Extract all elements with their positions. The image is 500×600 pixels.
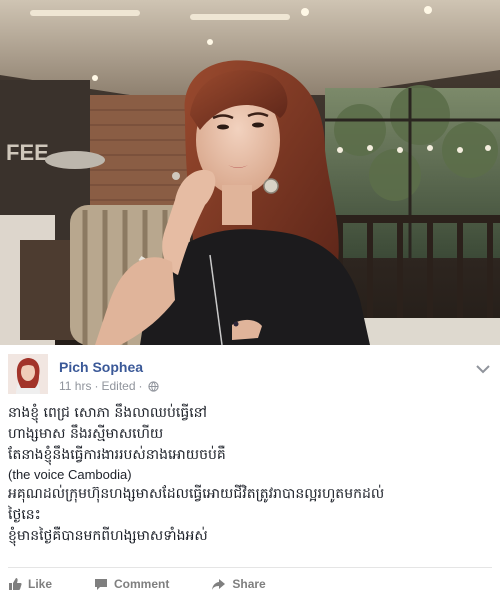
post-text-line: ខ្ញុំមានថ្ងៃគឺបានមកពីហង្សមាសទាំងអស់ [8,528,208,544]
comment-icon [95,578,108,590]
post-text-line: នាងខ្ញុំ ពេជ្រ សោភា នឹងលាឈប់ធ្វើនៅ [8,405,208,421]
like-button[interactable]: Like [8,572,52,596]
comment-label: Comment [114,577,170,591]
post-text-line: ថ្ងៃនេះ [8,507,41,523]
post-text-line: អគុណដល់ក្រុមហ៊ុនហង្សមាសដែលធ្វើអោយជីវិតត្… [8,486,385,502]
svg-text:FEE: FEE [6,140,49,165]
facebook-post: FEE Pich Sophea 11 hrs · Edited · នាងខ្ញ… [0,0,500,600]
post-meta: 11 hrs · Edited · [59,379,159,393]
post-timestamp[interactable]: 11 hrs [59,379,91,393]
avatar-image [8,354,48,394]
share-icon [212,578,226,590]
like-label: Like [28,577,53,591]
globe-icon[interactable] [147,380,159,392]
share-label: Share [232,577,266,591]
post-actions: Like Comment Share [8,572,492,596]
author-name-link[interactable]: Pich Sophea [59,359,143,375]
meta-separator: · [94,379,99,393]
post-text-line: តែនាងខ្ញុំនឹងធ្វើការងាររបស់នាងអោយចប់គឺ [8,447,226,463]
avatar[interactable] [8,354,48,394]
comment-button[interactable]: Comment [94,572,169,596]
post-text-line: (the voice Cambodia) [8,467,132,482]
post-photo[interactable]: FEE [0,0,500,345]
post-text: នាងខ្ញុំ ពេជ្រ សោភា នឹងលាឈប់ធ្វើនៅ ហាង្ស… [8,403,492,547]
photo-drawing: FEE [0,0,500,345]
chevron-down-icon[interactable] [476,359,490,374]
post-header: Pich Sophea 11 hrs · Edited · [8,351,492,399]
meta-separator: · [138,379,143,393]
share-button[interactable]: Share [211,572,266,596]
action-divider [8,567,492,568]
edited-label[interactable]: Edited [101,379,135,393]
thumbs-up-icon [9,578,22,590]
post-text-line: ហាង្សមាស នឹងរស្មីមាសហើយ [8,426,164,442]
